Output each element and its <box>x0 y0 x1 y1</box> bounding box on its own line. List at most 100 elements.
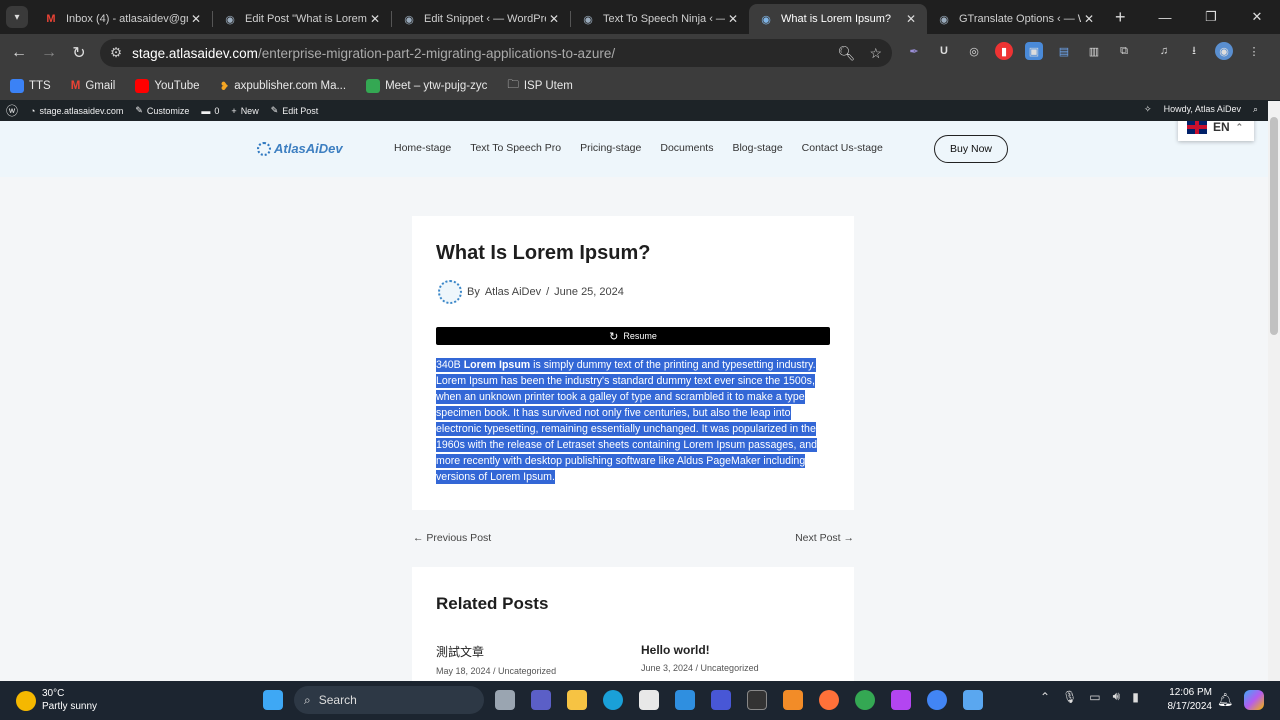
volume-icon[interactable]: 🔊︎ <box>1113 689 1121 704</box>
reload-icon[interactable]: ↻ <box>64 43 94 63</box>
admin-new-link[interactable]: + New <box>231 106 258 116</box>
sparkle-icon[interactable]: ✧ <box>1144 104 1152 115</box>
file-explorer-icon[interactable] <box>562 685 592 715</box>
store-icon[interactable] <box>634 685 664 715</box>
bookmark-isp[interactable]: 🗀 ISP Utem <box>507 77 573 96</box>
site-info-icon[interactable]: ⚙ <box>110 45 122 61</box>
task-view-icon[interactable] <box>490 685 520 715</box>
more-menu-icon[interactable]: ⋮ <box>1245 42 1263 60</box>
app-icon[interactable] <box>706 685 736 715</box>
close-icon[interactable]: ✕ <box>546 12 562 26</box>
chrome-active-icon[interactable] <box>922 685 952 715</box>
vscode-icon[interactable] <box>670 685 700 715</box>
weather-widget[interactable]: 30°C Partly sunny <box>16 687 97 713</box>
close-icon[interactable]: ✕ <box>367 12 383 26</box>
related-post[interactable]: Hello world! June 3, 2024 / Uncategorize… <box>641 643 759 673</box>
related-post-title[interactable]: 測試文章 <box>436 643 556 660</box>
close-icon[interactable]: ✕ <box>1081 12 1097 26</box>
post-body: 340B Lorem Ipsum is simply dummy text of… <box>436 357 826 485</box>
tab-gmail[interactable]: M Inbox (4) - atlasaidev@gm ✕ <box>34 4 212 34</box>
bookmark-gmail[interactable]: M Gmail <box>71 80 116 92</box>
buy-now-button[interactable]: Buy Now <box>934 135 1008 163</box>
menu-item-blog[interactable]: Blog-stage <box>732 142 782 154</box>
phpstorm-icon[interactable] <box>886 685 916 715</box>
next-post-link[interactable]: Next Post → <box>795 532 854 544</box>
xampp-icon[interactable] <box>778 685 808 715</box>
tab-strip: ▾ M Inbox (4) - atlasaidev@gm ✕ ◉ Edit P… <box>0 0 1280 34</box>
screen-recorder-icon[interactable] <box>958 685 988 715</box>
scrollbar-thumb[interactable] <box>1270 117 1278 335</box>
bookmark-youtube[interactable]: YouTube <box>135 79 200 93</box>
network-icon[interactable]: ▭ <box>1089 690 1100 704</box>
address-bar[interactable]: ⚙ stage.atlasaidev.com/enterprise-migrat… <box>100 39 892 67</box>
profile-avatar-icon[interactable]: ◉ <box>1215 42 1233 60</box>
menu-item-documents[interactable]: Documents <box>660 142 713 154</box>
menu-item-pricing[interactable]: Pricing-stage <box>580 142 641 154</box>
admin-search-icon[interactable]: ⌕ <box>1253 104 1258 115</box>
feather-extension-icon[interactable]: ✒ <box>905 42 923 60</box>
related-post-title[interactable]: Hello world! <box>641 643 759 657</box>
start-icon[interactable] <box>258 685 288 715</box>
site-logo[interactable]: AtlasAiDev <box>257 141 343 156</box>
notification-bell-icon[interactable]: 🔔︎ <box>1217 692 1234 708</box>
media-control-icon[interactable]: ♫ <box>1155 42 1173 60</box>
bookmark-axpublisher[interactable]: ❥ axpublisher.com Ma... <box>220 79 347 93</box>
zoom-icon[interactable]: 🔍︎ <box>838 45 856 62</box>
battery-icon[interactable]: ▮ <box>1132 690 1139 704</box>
menu-item-home[interactable]: Home-stage <box>394 142 451 154</box>
chrome-icon[interactable] <box>850 685 880 715</box>
close-window-icon[interactable]: ✕ <box>1234 0 1280 34</box>
menu-item-contact[interactable]: Contact Us-stage <box>802 142 883 154</box>
menu-item-tts-pro[interactable]: Text To Speech Pro <box>470 142 561 154</box>
wordpress-logo-icon[interactable]: ⓦ <box>6 102 18 119</box>
copilot-icon[interactable] <box>1244 690 1264 710</box>
clock[interactable]: 12:06 PM 8/17/2024 <box>1162 686 1213 714</box>
tab-lorem-ipsum[interactable]: ◉ What is Lorem Ipsum? ✕ <box>749 4 927 34</box>
admin-comments-link[interactable]: ▬ 0 <box>201 106 219 116</box>
forward-icon[interactable]: → <box>34 44 64 62</box>
tab-gtranslate[interactable]: ◉ GTranslate Options ‹ — W ✕ <box>927 4 1105 34</box>
related-title: Related Posts <box>436 594 549 613</box>
restore-icon[interactable]: ❐ <box>1188 0 1234 34</box>
chevron-up-icon[interactable]: ⌃ <box>1040 690 1050 704</box>
firefox-icon[interactable] <box>814 685 844 715</box>
bookmark-star-icon[interactable]: ☆ <box>869 45 882 62</box>
terminal-icon[interactable] <box>742 685 772 715</box>
tab-edit-post[interactable]: ◉ Edit Post "What is Lorem Ip ✕ <box>213 4 391 34</box>
red-extension-icon[interactable]: ▮ <box>995 42 1013 60</box>
u-extension-icon[interactable]: U <box>935 42 953 60</box>
tab-search-button[interactable]: ▾ <box>6 6 28 28</box>
language-switcher[interactable]: EN ⌃ <box>1178 121 1254 141</box>
wordpress-extension-icon[interactable]: ◎ <box>965 42 983 60</box>
comment-count: 0 <box>214 105 220 116</box>
bookmark-tts[interactable]: TTS <box>10 79 51 93</box>
screen-extension-icon[interactable]: ▣ <box>1025 42 1043 60</box>
microphone-icon[interactable]: 🎙︎ <box>1062 690 1077 704</box>
doc-extension-icon[interactable]: ▤ <box>1055 42 1073 60</box>
tab-edit-snippet[interactable]: ◉ Edit Snippet ‹ — WordPres ✕ <box>392 4 570 34</box>
download-icon[interactable]: ⭳ <box>1185 42 1203 60</box>
admin-edit-link[interactable]: ✎ Edit Post <box>271 105 319 116</box>
close-icon[interactable]: ✕ <box>188 12 204 26</box>
admin-customize-link[interactable]: ✎ Customize <box>135 105 189 116</box>
puzzle-icon[interactable]: ⧉ <box>1115 42 1133 60</box>
tab-tts-ninja[interactable]: ◉ Text To Speech Ninja ‹ — W ✕ <box>571 4 749 34</box>
back-icon[interactable]: ← <box>4 44 34 62</box>
minimize-icon[interactable]: — <box>1142 0 1188 34</box>
bookmark-label: YouTube <box>154 80 200 92</box>
related-post[interactable]: 測試文章 May 18, 2024 / Uncategorized <box>436 643 556 676</box>
admin-howdy[interactable]: Howdy, Atlas AiDev <box>1164 104 1241 115</box>
close-icon[interactable]: ✕ <box>725 12 741 26</box>
tts-resume-button[interactable]: ↻ Resume <box>436 327 830 345</box>
printer-extension-icon[interactable]: ▥ <box>1085 42 1103 60</box>
bookmark-meet[interactable]: Meet – ytw-pujg-zyc <box>366 79 487 93</box>
edge-icon[interactable] <box>598 685 628 715</box>
taskbar-search[interactable]: ⌕ Search <box>294 686 484 714</box>
previous-post-link[interactable]: ← Previous Post <box>413 532 491 544</box>
author-link[interactable]: Atlas AiDev <box>485 286 541 298</box>
new-tab-button[interactable]: + <box>1115 7 1126 28</box>
page-scrollbar[interactable] <box>1268 101 1280 681</box>
teams-icon[interactable] <box>526 685 556 715</box>
close-icon[interactable]: ✕ <box>903 12 919 26</box>
admin-site-link[interactable]: ◔ stage.atlasaidev.com <box>30 106 123 116</box>
